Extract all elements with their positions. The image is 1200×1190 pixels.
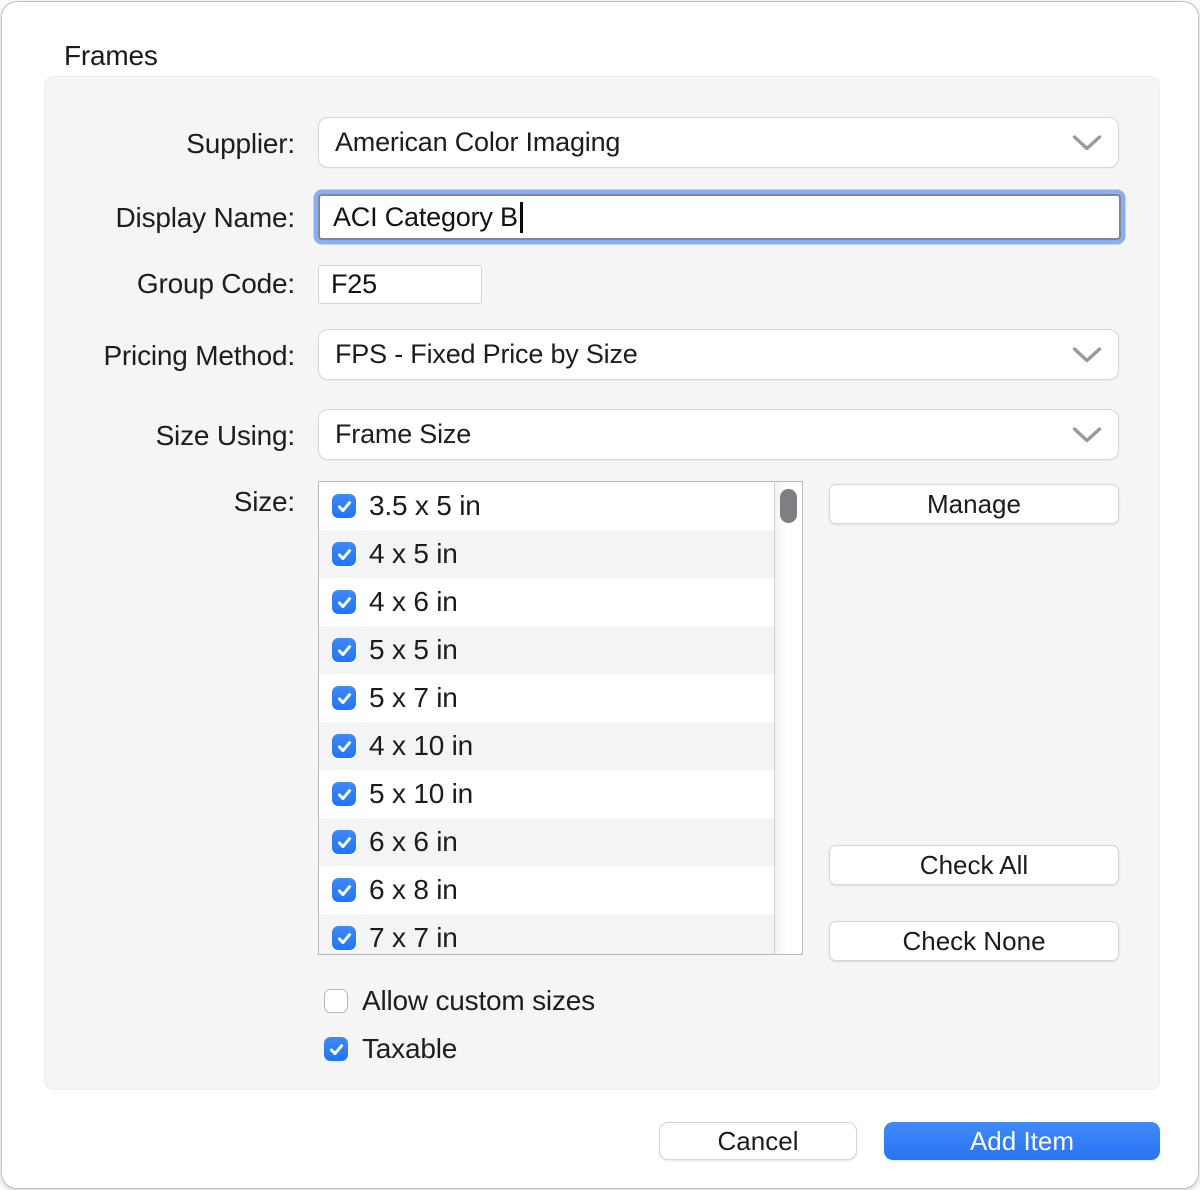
- allow-custom-sizes-label: Allow custom sizes: [362, 984, 595, 1018]
- size-option-row: 6 x 6 in: [319, 818, 774, 866]
- size-using-select[interactable]: Frame Size: [318, 409, 1119, 460]
- display-name-value: ACI Category B: [333, 202, 518, 233]
- chevron-down-icon: [1072, 426, 1102, 443]
- size-option-row: 4 x 5 in: [319, 530, 774, 578]
- pricing-method-select-value: FPS - Fixed Price by Size: [335, 339, 638, 370]
- allow-custom-sizes-checkbox[interactable]: [324, 989, 348, 1013]
- check-icon: [336, 786, 353, 803]
- check-icon: [336, 882, 353, 899]
- check-icon: [336, 642, 353, 659]
- size-options-list: 3.5 x 5 in 4 x 5 in 4 x 6 in 5 x 5 in 5 x 7 …: [318, 481, 803, 955]
- size-option-label: 5 x 10 in: [369, 778, 473, 810]
- size-option-row: 4 x 6 in: [319, 578, 774, 626]
- supplier-label: Supplier:: [45, 126, 295, 161]
- add-item-dialog: Frames Supplier: Display Name: Group Cod…: [1, 1, 1199, 1189]
- supplier-select[interactable]: American Color Imaging: [318, 117, 1119, 168]
- size-option-checkbox[interactable]: [332, 494, 356, 518]
- check-none-button[interactable]: Check None: [829, 921, 1119, 961]
- supplier-select-value: American Color Imaging: [335, 127, 620, 158]
- chevron-down-icon: [1072, 346, 1102, 363]
- size-option-row: 6 x 8 in: [319, 866, 774, 914]
- size-option-label: 4 x 6 in: [369, 586, 458, 618]
- check-icon: [336, 594, 353, 611]
- size-option-label: 3.5 x 5 in: [369, 490, 481, 522]
- size-list-scrollbar-thumb[interactable]: [780, 489, 797, 523]
- size-list-scrollbar-track[interactable]: [774, 482, 802, 954]
- size-option-row: 4 x 10 in: [319, 722, 774, 770]
- group-code-value: F25: [331, 269, 377, 300]
- size-option-label: 5 x 7 in: [369, 682, 458, 714]
- size-option-label: 6 x 8 in: [369, 874, 458, 906]
- add-item-button[interactable]: Add Item: [884, 1122, 1160, 1160]
- size-option-label: 4 x 5 in: [369, 538, 458, 570]
- dialog-title: Frames: [64, 40, 158, 72]
- manage-button[interactable]: Manage: [829, 484, 1119, 524]
- check-icon: [328, 1041, 345, 1058]
- pricing-method-label: Pricing Method:: [45, 338, 295, 373]
- size-option-checkbox[interactable]: [332, 830, 356, 854]
- size-using-select-value: Frame Size: [335, 419, 471, 450]
- check-icon: [336, 930, 353, 947]
- check-icon: [336, 498, 353, 515]
- size-option-row: 5 x 7 in: [319, 674, 774, 722]
- size-option-checkbox[interactable]: [332, 734, 356, 758]
- size-option-checkbox[interactable]: [332, 878, 356, 902]
- size-option-row: 5 x 5 in: [319, 626, 774, 674]
- size-option-label: 4 x 10 in: [369, 730, 473, 762]
- size-option-checkbox[interactable]: [332, 542, 356, 566]
- size-using-label: Size Using:: [45, 418, 295, 453]
- size-option-checkbox[interactable]: [332, 926, 356, 950]
- size-option-label: 5 x 5 in: [369, 634, 458, 666]
- cancel-button[interactable]: Cancel: [659, 1122, 857, 1160]
- check-icon: [336, 834, 353, 851]
- size-label: Size:: [45, 484, 295, 519]
- pricing-method-select[interactable]: FPS - Fixed Price by Size: [318, 329, 1119, 380]
- check-icon: [336, 690, 353, 707]
- size-option-label: 7 x 7 in: [369, 922, 458, 954]
- chevron-down-icon: [1072, 134, 1102, 151]
- taxable-checkbox[interactable]: [324, 1037, 348, 1061]
- size-options-viewport: 3.5 x 5 in 4 x 5 in 4 x 6 in 5 x 5 in 5 x 7 …: [319, 482, 774, 954]
- display-name-input[interactable]: ACI Category B: [318, 194, 1121, 240]
- size-option-checkbox[interactable]: [332, 782, 356, 806]
- check-icon: [336, 738, 353, 755]
- display-name-label: Display Name:: [45, 200, 295, 235]
- text-caret: [520, 202, 523, 233]
- size-option-row: 3.5 x 5 in: [319, 482, 774, 530]
- size-option-row: 7 x 7 in: [319, 914, 774, 954]
- check-all-button[interactable]: Check All: [829, 845, 1119, 885]
- size-option-label: 6 x 6 in: [369, 826, 458, 858]
- group-code-label: Group Code:: [45, 266, 295, 301]
- check-icon: [336, 546, 353, 563]
- taxable-label: Taxable: [362, 1032, 457, 1066]
- size-option-row: 5 x 10 in: [319, 770, 774, 818]
- size-option-checkbox[interactable]: [332, 590, 356, 614]
- size-option-checkbox[interactable]: [332, 638, 356, 662]
- size-option-checkbox[interactable]: [332, 686, 356, 710]
- group-code-input[interactable]: F25: [318, 265, 482, 304]
